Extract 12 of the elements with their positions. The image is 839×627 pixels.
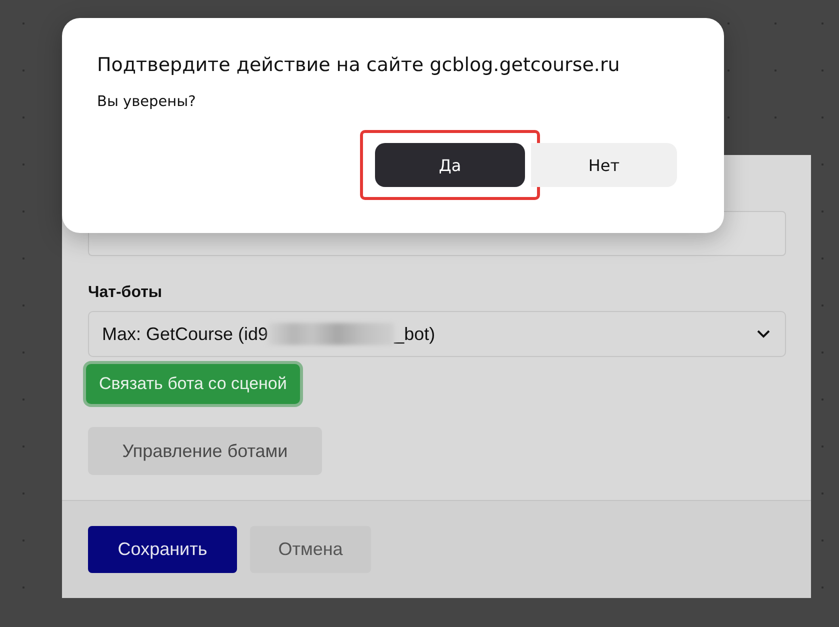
save-button[interactable]: Сохранить xyxy=(88,526,237,573)
select-value: Max: GetCourse (id9 xyxy=(102,324,268,344)
cancel-button[interactable]: Отмена xyxy=(250,526,371,573)
select-value: _bot) xyxy=(394,324,436,344)
dialog-title: Подтвердите действие на сайте gcblog.getcourse.ru xyxy=(97,54,621,76)
manage-bots-button[interactable]: Управление ботами xyxy=(88,427,322,475)
no-button[interactable]: Нет xyxy=(531,143,677,187)
chevron-down-icon xyxy=(756,329,771,339)
yes-button[interactable]: Да xyxy=(375,143,525,187)
bot-select[interactable]: Max: GetCourse (id9 _bot) xyxy=(88,311,786,357)
bots-label: Чат-боты xyxy=(88,284,162,302)
dialog-message: Вы уверены? xyxy=(97,94,197,110)
